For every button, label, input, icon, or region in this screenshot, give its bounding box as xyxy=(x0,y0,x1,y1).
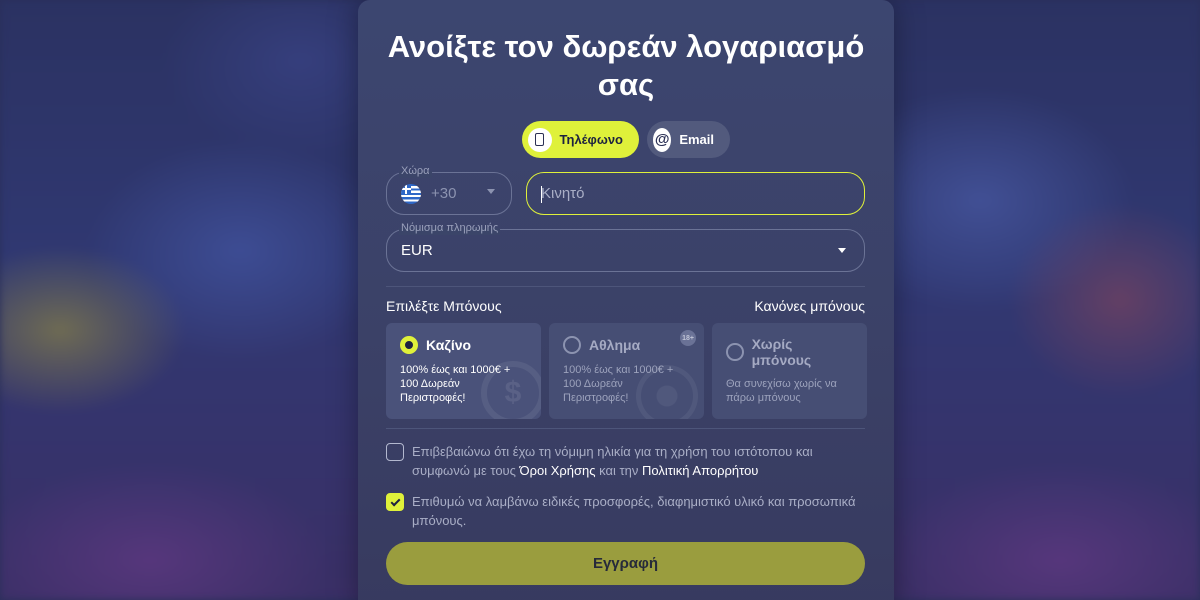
radio-selected[interactable] xyxy=(400,336,418,354)
age-consent-checkbox[interactable] xyxy=(386,443,404,461)
signup-method-tabs: Τηλέφωνο @ Email xyxy=(522,121,730,158)
registration-modal: Ανοίξτε τον δωρεάν λογαριασμό σας Τηλέφω… xyxy=(358,0,894,600)
divider xyxy=(386,428,865,429)
modal-title: Ανοίξτε τον δωρεάν λογαριασμό σας xyxy=(387,29,865,102)
currency-label: Νόμισμα πληρωμής xyxy=(399,222,501,235)
marketing-consent-row: Επιθυμώ να λαμβάνω ειδικές προσφορές, δι… xyxy=(386,492,865,530)
bonus-option-casino[interactable]: $ Καζίνο 100% έως και 1000€ + 100 Δωρεάν… xyxy=(386,323,541,419)
bonus-option-sports[interactable]: 18+ Αθλημα 100% έως και 1000€ + 100 Δωρε… xyxy=(549,323,704,419)
bonus-option-title: Αθλημα xyxy=(589,337,641,353)
terms-link[interactable]: Όροι Χρήσης xyxy=(520,463,596,478)
chevron-down-icon xyxy=(838,248,846,253)
phone-icon xyxy=(528,127,552,152)
age-consent-text: Επιβεβαιώνω ότι έχω τη νόμιμη ηλικία για… xyxy=(412,442,865,480)
marketing-consent-text: Επιθυμώ να λαμβάνω ειδικές προσφορές, δι… xyxy=(412,494,856,528)
check-icon xyxy=(390,496,400,506)
marketing-consent-checkbox[interactable] xyxy=(386,493,404,511)
bonus-option-none[interactable]: Χωρίς μπόνους Θα συνεχίσω χωρίς να πάρω … xyxy=(712,323,867,419)
football-icon xyxy=(636,365,698,419)
at-icon: @ xyxy=(653,127,672,152)
tab-phone-label: Τηλέφωνο xyxy=(559,132,623,147)
bonus-option-title: Καζίνο xyxy=(426,337,472,353)
text-caret xyxy=(541,186,542,203)
country-label: Χώρα xyxy=(399,165,432,178)
tab-phone[interactable]: Τηλέφωνο xyxy=(522,121,639,158)
bonus-options: $ Καζίνο 100% έως και 1000€ + 100 Δωρεάν… xyxy=(386,323,867,419)
coin-icon: $ xyxy=(481,361,541,419)
age-consent-text-part: και την xyxy=(595,463,642,478)
bonus-header: Επιλέξτε Μπόνους Κανόνες μπόνους xyxy=(386,298,865,314)
currency-value: EUR xyxy=(401,242,433,259)
mobile-field[interactable] xyxy=(526,172,865,215)
divider xyxy=(386,286,865,287)
greece-flag-icon xyxy=(401,183,421,204)
mobile-input[interactable] xyxy=(527,173,864,214)
bonus-heading: Επιλέξτε Μπόνους xyxy=(386,298,502,314)
privacy-link[interactable]: Πολιτική Απορρήτου xyxy=(642,463,758,478)
bonus-rules-link[interactable]: Κανόνες μπόνους xyxy=(754,298,865,314)
currency-select[interactable]: Νόμισμα πληρωμής EUR xyxy=(386,222,865,272)
radio-unselected[interactable] xyxy=(563,336,581,354)
country-code: +30 xyxy=(431,185,457,202)
tab-email-label: Email xyxy=(679,132,714,147)
age-consent-row: Επιβεβαιώνω ότι έχω τη νόμιμη ηλικία για… xyxy=(386,442,865,480)
register-button[interactable]: Εγγραφή xyxy=(386,542,865,585)
bonus-option-desc: Θα συνεχίσω χωρίς να πάρω μπόνους xyxy=(726,378,837,404)
radio-unselected[interactable] xyxy=(726,343,744,361)
tab-email[interactable]: @ Email xyxy=(647,121,730,158)
bonus-option-title: Χωρίς μπόνους xyxy=(751,336,812,368)
age-restriction-badge: 18+ xyxy=(680,330,696,346)
country-select[interactable]: Χώρα +30 xyxy=(386,165,512,215)
chevron-down-icon xyxy=(487,189,495,194)
